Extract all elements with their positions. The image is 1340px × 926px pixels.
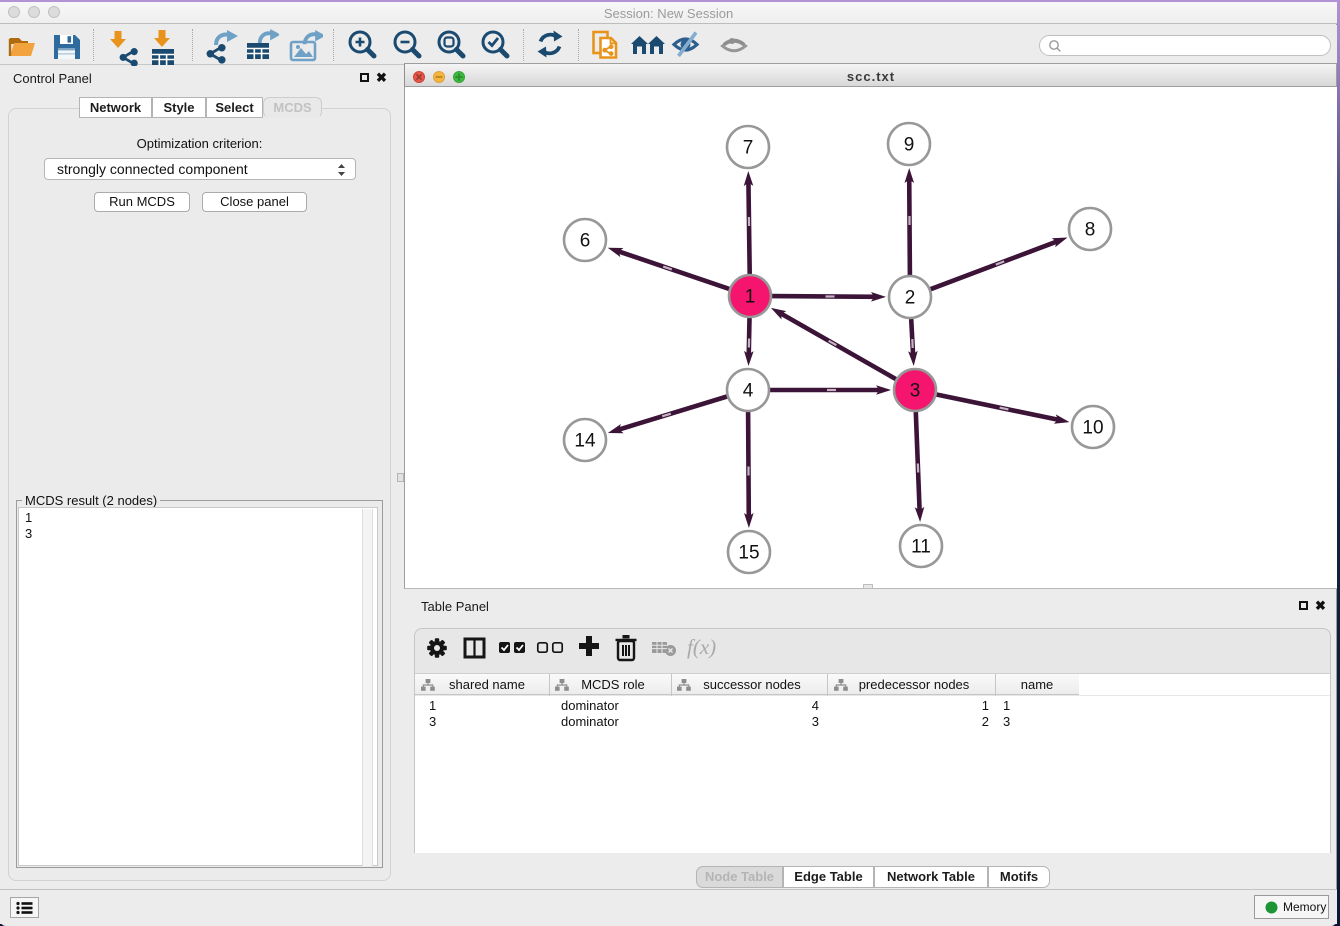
svg-text:8: 8	[1085, 220, 1096, 241]
svg-text:14: 14	[574, 431, 596, 452]
svg-text:11: 11	[911, 537, 931, 558]
svg-text:4: 4	[743, 381, 754, 402]
svg-text:2: 2	[905, 288, 916, 309]
svg-text:1: 1	[745, 287, 756, 308]
svg-text:3: 3	[910, 381, 921, 402]
svg-text:6: 6	[580, 231, 591, 252]
svg-text:7: 7	[743, 138, 754, 159]
svg-text:10: 10	[1082, 418, 1103, 439]
svg-text:9: 9	[904, 135, 915, 156]
svg-text:15: 15	[738, 543, 759, 564]
